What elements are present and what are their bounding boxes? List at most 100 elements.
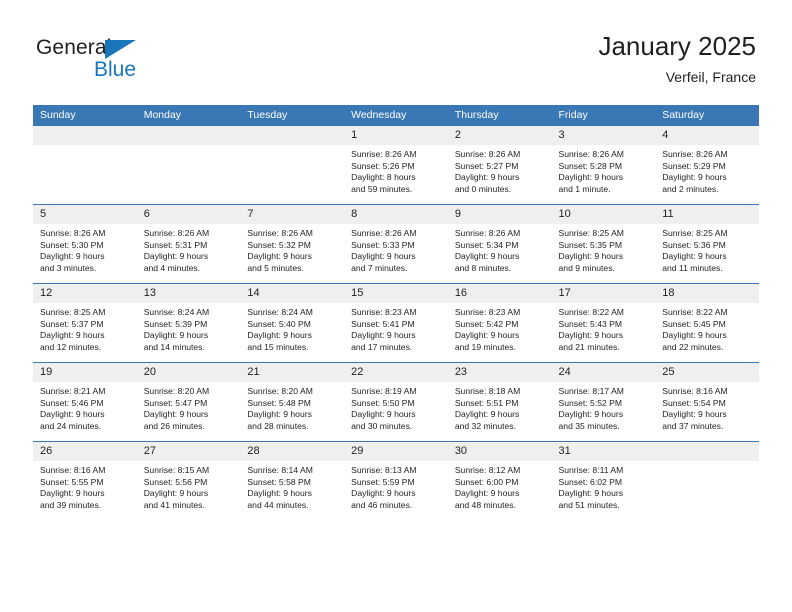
calendar-week-row: 12 Sunrise: 8:25 AM Sunset: 5:37 PM Dayligh… (33, 283, 759, 363)
sunset-text: Sunset: 5:54 PM (662, 397, 726, 408)
day-number: 29 (344, 442, 448, 461)
day-number: 30 (447, 442, 552, 461)
calendar-day-cell[interactable]: 6 Sunrise: 8:26 AM Sunset: 5:31 PM Daylight… (136, 204, 241, 284)
sunset-text: Sunset: 5:40 PM (247, 318, 311, 329)
sunset-text: Sunset: 5:34 PM (454, 239, 519, 250)
day-number: 3 (551, 126, 656, 145)
day-details: Sunrise: 8:26 AM Sunset: 5:26 PM Daylight:… (344, 145, 448, 195)
calendar-day-cell[interactable]: 7 Sunrise: 8:26 AM Sunset: 5:32 PM Daylight… (240, 204, 345, 284)
day-number: 27 (136, 442, 241, 461)
sunset-text: Sunset: 5:27 PM (454, 160, 519, 171)
daylight-text-line2: and 5 minutes. (247, 262, 304, 273)
day-details (240, 145, 344, 149)
calendar-day-cell[interactable]: 20 Sunrise: 8:20 AM Sunset: 5:47 PM Dayligh… (136, 362, 241, 442)
day-details: Sunrise: 8:25 AM Sunset: 5:36 PM Daylight:… (655, 224, 759, 274)
page-subtitle: Verfeil, France (665, 69, 756, 85)
sunset-text: Sunset: 5:36 PM (662, 239, 726, 250)
day-number: 17 (551, 284, 656, 303)
calendar-day-cell[interactable]: 10 Sunrise: 8:25 AM Sunset: 5:35 PM Dayligh… (551, 204, 656, 284)
sunrise-text: Sunrise: 8:26 AM (454, 149, 521, 159)
calendar-day-cell[interactable]: 4 Sunrise: 8:26 AM Sunset: 5:29 PM Daylight… (655, 126, 759, 205)
sunrise-text: Sunrise: 8:15 AM (143, 465, 210, 475)
daylight-text-line1: Daylight: 9 hours (558, 172, 624, 183)
calendar-day-cell[interactable]: 19 Sunrise: 8:21 AM Sunset: 5:46 PM Dayligh… (33, 362, 137, 442)
calendar-day-cell[interactable]: 5 Sunrise: 8:26 AM Sunset: 5:30 PM Daylight… (33, 204, 137, 284)
calendar-day-cell[interactable]: 21 Sunrise: 8:20 AM Sunset: 5:48 PM Dayligh… (240, 362, 345, 442)
calendar-day-cell[interactable]: 18 Sunrise: 8:22 AM Sunset: 5:45 PM Dayligh… (655, 283, 759, 363)
day-details: Sunrise: 8:26 AM Sunset: 5:28 PM Daylight:… (552, 145, 656, 195)
calendar-cell-empty (655, 441, 759, 520)
calendar-day-cell[interactable]: 14 Sunrise: 8:24 AM Sunset: 5:40 PM Dayligh… (240, 283, 345, 363)
day-number (33, 126, 137, 145)
calendar-day-cell[interactable]: 3 Sunrise: 8:26 AM Sunset: 5:28 PM Daylight… (551, 126, 656, 205)
title-block: January 2025 Verfeil, France (598, 30, 756, 87)
daylight-text-line1: Daylight: 9 hours (247, 409, 312, 420)
calendar-day-cell[interactable]: 13 Sunrise: 8:24 AM Sunset: 5:39 PM Dayligh… (136, 283, 241, 363)
sunrise-text: Sunrise: 8:23 AM (454, 307, 521, 317)
calendar-day-cell[interactable]: 25 Sunrise: 8:16 AM Sunset: 5:54 PM Dayligh… (655, 362, 759, 442)
daylight-text-line1: Daylight: 9 hours (40, 330, 105, 341)
general-blue-logo[interactable]: General Blue (36, 36, 166, 88)
day-details: Sunrise: 8:22 AM Sunset: 5:43 PM Daylight:… (552, 303, 656, 353)
day-details: Sunrise: 8:23 AM Sunset: 5:41 PM Daylight:… (344, 303, 448, 353)
calendar-day-cell[interactable]: 8 Sunrise: 8:26 AM Sunset: 5:33 PM Daylight… (344, 204, 448, 284)
calendar-day-cell[interactable]: 24 Sunrise: 8:17 AM Sunset: 5:52 PM Dayligh… (551, 362, 656, 442)
day-number: 18 (655, 284, 759, 303)
daylight-text-line2: and 0 minutes. (454, 183, 512, 194)
calendar-day-cell[interactable]: 22 Sunrise: 8:19 AM Sunset: 5:50 PM Dayligh… (344, 362, 448, 442)
day-number: 12 (33, 284, 137, 303)
daylight-text-line1: Daylight: 9 hours (351, 409, 416, 420)
sunrise-text: Sunrise: 8:13 AM (351, 465, 417, 475)
calendar-day-cell[interactable]: 29 Sunrise: 8:13 AM Sunset: 5:59 PM Dayligh… (344, 441, 448, 520)
sunrise-text: Sunrise: 8:17 AM (558, 386, 624, 396)
calendar-day-cell[interactable]: 31 Sunrise: 8:11 AM Sunset: 6:02 PM Dayligh… (551, 441, 656, 520)
calendar-grid: Sunday Monday Tuesday Wednesday Thursday… (33, 105, 759, 520)
sunset-text: Sunset: 5:51 PM (454, 397, 519, 408)
sunrise-text: Sunrise: 8:26 AM (143, 228, 210, 238)
day-number: 15 (344, 284, 448, 303)
daylight-text-line1: Daylight: 9 hours (454, 409, 520, 420)
daylight-text-line1: Daylight: 9 hours (454, 488, 520, 499)
daylight-text-line1: Daylight: 9 hours (351, 251, 416, 262)
sunset-text: Sunset: 5:29 PM (662, 160, 726, 171)
daylight-text-line1: Daylight: 9 hours (454, 172, 520, 183)
calendar-day-cell[interactable]: 26 Sunrise: 8:16 AM Sunset: 5:55 PM Dayligh… (33, 441, 137, 520)
sunset-text: Sunset: 5:56 PM (143, 476, 208, 487)
calendar-day-cell[interactable]: 2 Sunrise: 8:26 AM Sunset: 5:27 PM Daylight… (447, 126, 552, 205)
day-details: Sunrise: 8:16 AM Sunset: 5:55 PM Daylight:… (33, 461, 137, 511)
calendar-day-cell[interactable]: 27 Sunrise: 8:15 AM Sunset: 5:56 PM Dayligh… (136, 441, 241, 520)
calendar-day-cell[interactable]: 16 Sunrise: 8:23 AM Sunset: 5:42 PM Dayligh… (447, 283, 552, 363)
day-details: Sunrise: 8:26 AM Sunset: 5:33 PM Daylight:… (344, 224, 448, 274)
daylight-text-line1: Daylight: 9 hours (143, 409, 209, 420)
day-number: 20 (136, 363, 241, 382)
day-number: 23 (447, 363, 552, 382)
calendar-day-cell[interactable]: 23 Sunrise: 8:18 AM Sunset: 5:51 PM Dayligh… (447, 362, 552, 442)
day-details: Sunrise: 8:22 AM Sunset: 5:45 PM Daylight:… (655, 303, 759, 353)
day-number: 13 (136, 284, 241, 303)
page-header: General Blue January 2025 Verfeil, Franc… (0, 0, 792, 104)
daylight-text-line1: Daylight: 9 hours (558, 330, 624, 341)
calendar-day-cell[interactable]: 9 Sunrise: 8:26 AM Sunset: 5:34 PM Daylight… (447, 204, 552, 284)
calendar-day-cell[interactable]: 30 Sunrise: 8:12 AM Sunset: 6:00 PM Dayligh… (447, 441, 552, 520)
calendar-week-row: 19 Sunrise: 8:21 AM Sunset: 5:46 PM Dayligh… (33, 362, 759, 442)
day-details: Sunrise: 8:13 AM Sunset: 5:59 PM Daylight:… (344, 461, 448, 511)
weekday-header-tuesday: Tuesday (240, 105, 345, 126)
calendar-day-cell[interactable]: 11 Sunrise: 8:25 AM Sunset: 5:36 PM Dayligh… (655, 204, 759, 284)
calendar-body: 1 Sunrise: 8:26 AM Sunset: 5:26 PM Daylight… (33, 126, 759, 520)
day-number: 9 (447, 205, 552, 224)
daylight-text-line1: Daylight: 9 hours (40, 488, 105, 499)
sunset-text: Sunset: 6:00 PM (454, 476, 519, 487)
day-number: 16 (447, 284, 552, 303)
calendar-day-cell[interactable]: 1 Sunrise: 8:26 AM Sunset: 5:26 PM Daylight… (344, 126, 448, 205)
calendar-day-cell[interactable]: 12 Sunrise: 8:25 AM Sunset: 5:37 PM Dayligh… (33, 283, 137, 363)
daylight-text-line1: Daylight: 9 hours (454, 330, 520, 341)
sunrise-text: Sunrise: 8:12 AM (454, 465, 521, 475)
daylight-text-line2: and 21 minutes. (558, 341, 620, 352)
day-number: 22 (344, 363, 448, 382)
weekday-header-monday: Monday (136, 105, 241, 126)
calendar-day-cell[interactable]: 17 Sunrise: 8:22 AM Sunset: 5:43 PM Dayligh… (551, 283, 656, 363)
calendar-day-cell[interactable]: 15 Sunrise: 8:23 AM Sunset: 5:41 PM Dayligh… (344, 283, 448, 363)
sunset-text: Sunset: 5:55 PM (40, 476, 104, 487)
calendar-day-cell[interactable]: 28 Sunrise: 8:14 AM Sunset: 5:58 PM Dayligh… (240, 441, 345, 520)
day-number: 1 (344, 126, 448, 145)
